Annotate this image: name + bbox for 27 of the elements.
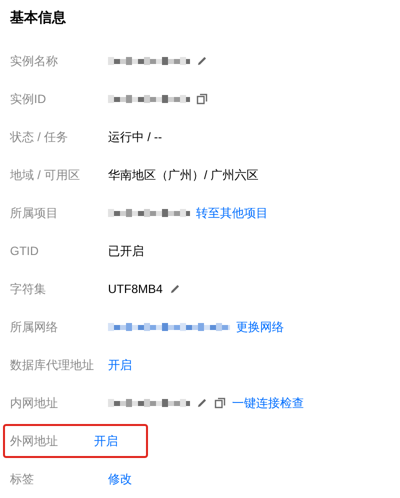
field-label: 字符集 <box>10 280 47 298</box>
field-value: UTF8MB4 <box>108 282 163 296</box>
link[interactable]: 开启 <box>108 356 132 374</box>
link[interactable]: 修改 <box>108 470 132 488</box>
section-title: 基本信息 <box>10 8 67 27</box>
link[interactable]: 更换网络 <box>236 318 284 336</box>
field-value: 已开启 <box>108 242 144 260</box>
field-label: 数据库代理地址 <box>10 356 95 374</box>
pencil-icon[interactable] <box>196 397 208 409</box>
field-label: 地域 / 可用区 <box>10 166 82 184</box>
link[interactable]: 转至其他项目 <box>196 204 268 222</box>
field-label: 实例ID <box>10 90 47 108</box>
field-value: 华南地区（广州）/ 广州六区 <box>108 166 259 184</box>
field-label: 标签 <box>10 470 35 488</box>
pencil-icon[interactable] <box>196 55 208 67</box>
field-label: 内网地址 <box>10 394 59 412</box>
link[interactable]: 开启 <box>94 432 118 450</box>
field-label: 所属网络 <box>10 318 59 336</box>
field-label: 状态 / 任务 <box>10 128 70 146</box>
field-label: GTID <box>10 244 40 258</box>
field-value: 运行中 / -- <box>108 128 162 146</box>
pencil-icon[interactable] <box>168 283 181 295</box>
field-label: 实例名称 <box>10 52 59 70</box>
copy-icon[interactable] <box>214 397 226 409</box>
field-label: 所属项目 <box>10 204 59 222</box>
copy-icon[interactable] <box>196 93 208 105</box>
link[interactable]: 一键连接检查 <box>232 394 304 412</box>
